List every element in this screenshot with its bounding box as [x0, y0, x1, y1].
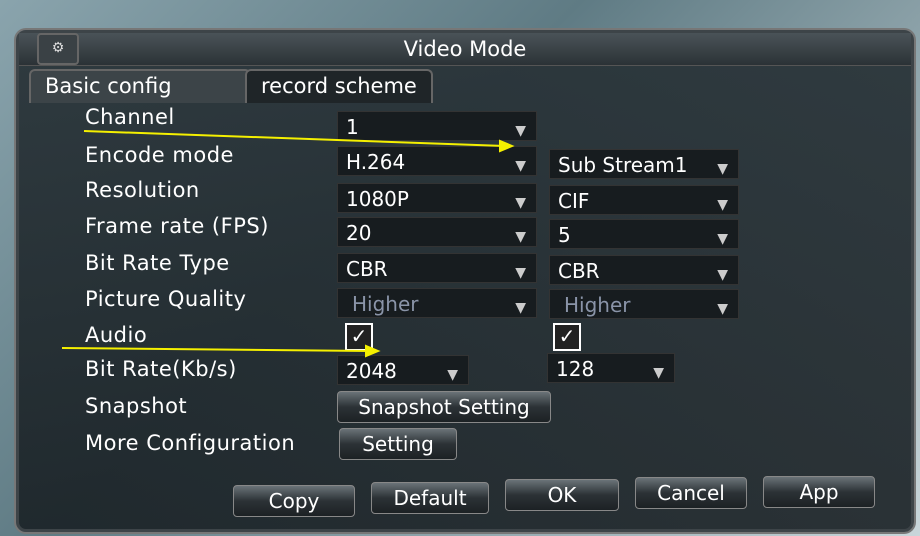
chevron-down-icon: ▼	[653, 365, 664, 381]
picture-quality-sub-select[interactable]: Higher ▼	[549, 289, 739, 319]
frame-rate-sub-select[interactable]: 5 ▼	[549, 219, 739, 249]
picture-quality-main-select[interactable]: Higher ▼	[337, 288, 537, 318]
default-button[interactable]: Default	[371, 482, 489, 514]
copy-button[interactable]: Copy	[233, 485, 355, 517]
picture-quality-label: Picture Quality	[85, 287, 247, 311]
value: CBR	[346, 257, 388, 281]
audio-label: Audio	[85, 323, 148, 347]
snapshot-label: Snapshot	[85, 394, 188, 418]
value: H.264	[346, 150, 406, 174]
dialog-title: Video Mode	[403, 37, 527, 61]
chevron-down-icon: ▼	[717, 197, 728, 213]
bit-rate-label: Bit Rate(Kb/s)	[85, 357, 237, 381]
resolution-label: Resolution	[85, 178, 200, 202]
channel-select[interactable]: 1 ▼	[337, 111, 537, 141]
bit-rate-type-label: Bit Rate Type	[85, 251, 230, 275]
chevron-down-icon: ▼	[515, 265, 526, 281]
encode-mode-main-select[interactable]: H.264 ▼	[337, 146, 537, 176]
audio-main-checkbox[interactable]: ✓	[345, 323, 373, 351]
channel-label: Channel	[85, 105, 175, 129]
value: Sub Stream1	[558, 153, 688, 177]
cancel-button[interactable]: Cancel	[635, 477, 747, 509]
value: Higher	[564, 293, 631, 317]
snapshot-setting-button[interactable]: Snapshot Setting	[337, 391, 551, 423]
chevron-down-icon: ▼	[515, 195, 526, 211]
chevron-down-icon: ▼	[515, 300, 526, 316]
value: 128	[556, 357, 595, 381]
ok-button[interactable]: OK	[505, 479, 619, 511]
value: 2048	[346, 359, 397, 383]
value: 1080P	[346, 187, 409, 211]
title-bar: ⚙ Video Mode	[19, 33, 911, 66]
chevron-down-icon: ▼	[717, 301, 728, 317]
video-mode-dialog: ⚙ Video Mode Basic config record scheme …	[16, 30, 914, 532]
bit-rate-type-sub-select[interactable]: CBR ▼	[549, 255, 739, 285]
audio-sub-checkbox[interactable]: ✓	[553, 323, 581, 351]
value: 20	[346, 221, 372, 245]
chevron-down-icon: ▼	[717, 231, 728, 247]
value: CIF	[558, 189, 590, 213]
chevron-down-icon: ▼	[717, 267, 728, 283]
chevron-down-icon: ▼	[717, 161, 728, 177]
chevron-down-icon: ▼	[515, 229, 526, 245]
channel-value: 1	[346, 115, 359, 139]
resolution-sub-select[interactable]: CIF ▼	[549, 185, 739, 215]
chevron-down-icon: ▼	[515, 123, 526, 139]
tab-record-scheme[interactable]: record scheme	[245, 69, 433, 103]
apply-button[interactable]: App	[763, 476, 875, 508]
value: 5	[558, 223, 571, 247]
value: CBR	[558, 259, 600, 283]
bit-rate-main-select[interactable]: 2048 ▼	[337, 355, 469, 385]
frame-rate-main-select[interactable]: 20 ▼	[337, 217, 537, 247]
bit-rate-type-main-select[interactable]: CBR ▼	[337, 253, 537, 283]
value: Higher	[352, 292, 419, 316]
more-configuration-label: More Configuration	[85, 431, 296, 455]
setting-button[interactable]: Setting	[339, 428, 457, 460]
frame-rate-label: Frame rate (FPS)	[85, 214, 269, 238]
chevron-down-icon: ▼	[447, 367, 458, 383]
bit-rate-sub-select[interactable]: 128 ▼	[547, 353, 675, 383]
resolution-main-select[interactable]: 1080P ▼	[337, 183, 537, 213]
chevron-down-icon: ▼	[515, 158, 526, 174]
tab-basic-config[interactable]: Basic config	[29, 69, 251, 103]
encode-mode-label: Encode mode	[85, 143, 234, 167]
encode-mode-sub-select[interactable]: Sub Stream1 ▼	[549, 149, 739, 179]
